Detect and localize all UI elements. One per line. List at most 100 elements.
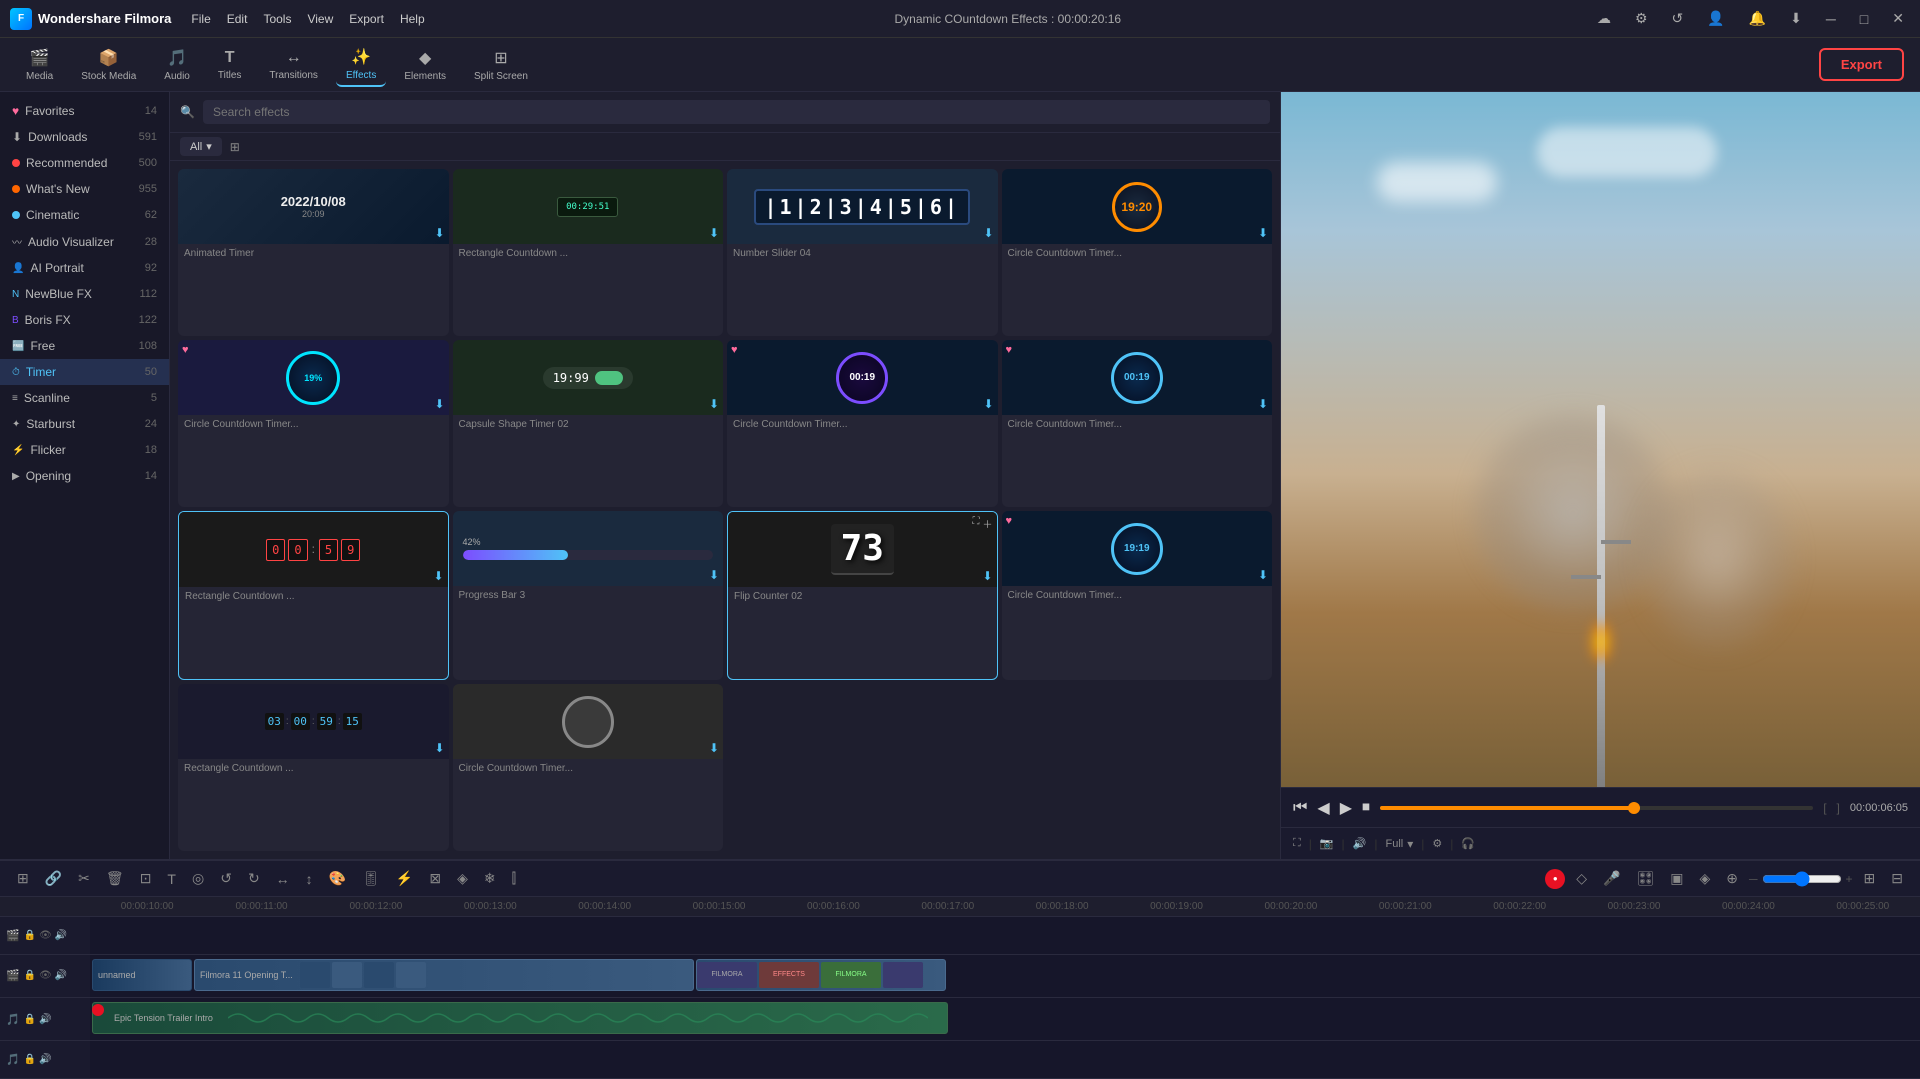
sidebar-item-ai-portrait[interactable]: 👤 AI Portrait 92 [0,255,169,281]
sidebar-item-recommended[interactable]: Recommended 500 [0,150,169,176]
step-back-button[interactable]: ⏮ [1293,799,1307,817]
tl-collapse-button[interactable]: ⊟ [1886,867,1908,890]
toolbar-elements[interactable]: ◆ Elements [394,44,456,86]
tl-mic-button[interactable]: 🎤 [1598,867,1625,890]
effect-card-animated-timer[interactable]: 2022/10/08 20:09 ⬇ Animated Timer [178,169,449,336]
zoom-slider[interactable] [1762,871,1842,887]
effect-card-circle-timer1[interactable]: 19:20 ⬇ Circle Countdown Timer... [1002,169,1273,336]
effect-card-rect-countdown1[interactable]: 00:29:51 ⬇ Rectangle Countdown ... [453,169,724,336]
sidebar-item-favorites[interactable]: ♥ Favorites 14 [0,98,169,124]
export-button[interactable]: Export [1819,48,1904,81]
preview-snapshot-icon[interactable]: 📷 [1320,837,1334,850]
minimize-btn[interactable]: ─ [1820,9,1842,29]
tl-audio-eq-button[interactable]: 🎚 [357,867,385,890]
close-btn[interactable]: ✕ [1886,8,1910,29]
track-a1-mute[interactable]: 🔊 [39,1014,51,1025]
menu-edit[interactable]: Edit [227,12,248,26]
sidebar-item-cinematic[interactable]: Cinematic 62 [0,202,169,228]
track-v2-lock[interactable]: 🔒 [24,930,36,941]
cloud-icon[interactable]: ☁ [1591,8,1617,29]
preview-audio-icon[interactable]: 🎧 [1461,837,1475,850]
sidebar-item-flicker[interactable]: ⚡ Flicker 18 [0,437,169,463]
toolbar-media[interactable]: 🎬 Media [16,44,63,86]
tl-delete-button[interactable]: 🗑 [101,867,129,890]
effect-card-capsule-timer[interactable]: 19:99 ⬇ Capsule Shape Timer 02 [453,340,724,507]
menu-export[interactable]: Export [349,12,384,26]
preview-progress-bar[interactable] [1380,806,1813,810]
effect-card-circle-gray[interactable]: ⬇ Circle Countdown Timer... [453,684,724,851]
tl-keyframe-button[interactable]: ◇ [1571,867,1592,890]
tl-speed-button[interactable]: ⚡ [391,867,418,890]
menu-help[interactable]: Help [400,12,425,26]
track-v1-lock[interactable]: 🔒 [24,970,36,981]
zoom-chevron-icon[interactable]: ▾ [1407,837,1413,851]
effect-card-circle-timer3[interactable]: ♥ 00:19 ⬇ Circle Countdown Timer... [727,340,998,507]
sidebar-item-scanline[interactable]: ≡ Scanline 5 [0,385,169,411]
effect-card-rect-countdown2[interactable]: 0 0 : 5 9 ⬇ Rectangle Countdown ... [178,511,449,680]
track-clip-unnamed[interactable]: unnamed [92,959,192,991]
tl-stabilize-button[interactable]: ◈ [452,867,473,890]
sidebar-item-free[interactable]: 🆓 Free 108 [0,333,169,359]
effect-card-flip-counter[interactable]: 73 ⛶ ＋ ⬇ Flip Counter 02 [727,511,998,680]
grid-view-icon[interactable]: ⊞ [230,140,240,154]
effect-card-number-slider[interactable]: |1|2|3|4|5|6| ⬇ Number Slider 04 [727,169,998,336]
sidebar-item-downloads[interactable]: ⬇ Downloads 591 [0,124,169,150]
account-icon[interactable]: 👤 [1701,8,1730,29]
toolbar-transitions[interactable]: ↔ Transitions [259,45,328,85]
play-button[interactable]: ▶ [1340,798,1352,818]
tl-record-button[interactable]: ● [1545,869,1565,889]
tl-add-track-button[interactable]: ⊞ [12,867,34,890]
sidebar-item-boris-fx[interactable]: B Boris FX 122 [0,307,169,333]
track-v2-mute[interactable]: 👁 [39,930,52,941]
sidebar-item-starburst[interactable]: ✦ Starburst 24 [0,411,169,437]
tl-fit-button[interactable]: ⊞ [1859,867,1881,890]
tl-flip-v-button[interactable]: ↕ [301,868,318,890]
tl-crop-button[interactable]: ⊡ [135,867,157,890]
sidebar-item-newblue-fx[interactable]: N NewBlue FX 112 [0,281,169,307]
tl-flip-h-button[interactable]: ↔ [271,868,295,890]
track-clip-filmora11[interactable]: Filmora 11 Opening T... [194,959,694,991]
filter-all-button[interactable]: All ▾ [180,137,222,156]
menu-tools[interactable]: Tools [263,12,291,26]
search-input[interactable] [203,100,1270,124]
tl-render-button[interactable]: ◈ [1694,867,1715,890]
effect-card-circle-timer2[interactable]: ♥ 19% ⬇ Circle Countdown Timer... [178,340,449,507]
tl-audio-mix-button[interactable]: 🎛 [1631,867,1659,890]
track-a2-mute[interactable]: 🔊 [39,1054,51,1065]
tl-freeze-button[interactable]: ❄ [479,867,501,890]
track-v1-solo[interactable]: 🔊 [55,970,67,981]
tl-motion-button[interactable]: ◎ [187,867,209,890]
sidebar-item-opening[interactable]: ▶ Opening 14 [0,463,169,489]
download-icon[interactable]: ⬇ [1784,8,1808,29]
menu-file[interactable]: File [191,12,210,26]
sidebar-item-whats-new[interactable]: What's New 955 [0,176,169,202]
tl-snap-button[interactable]: ⊕ [1721,867,1743,890]
toolbar-audio[interactable]: 🎵 Audio [154,44,200,86]
preview-speaker-icon[interactable]: 🔊 [1353,837,1367,850]
tl-cut-button[interactable]: ✂ [73,867,95,890]
tl-transform-button[interactable]: ⊠ [424,867,446,890]
tl-motion2-button[interactable]: ▣ [1665,867,1688,890]
stop-button[interactable]: ⏹ [1362,799,1370,817]
effect-card-rect-countdown3[interactable]: 03 : 00 : 59 : 15 ⬇ Rectangle Countdown … [178,684,449,851]
preview-settings-icon[interactable]: ⚙ [1432,837,1442,850]
tl-link-button[interactable]: 🔗 [40,867,67,890]
track-v2-solo[interactable]: 🔊 [55,930,67,941]
play-back-button[interactable]: ◀ [1317,798,1329,818]
tl-color-button[interactable]: 🎨 [324,867,351,890]
effect-card-circle-timer5[interactable]: ♥ 19:19 ⬇ Circle Countdown Timer... [1002,511,1273,680]
tl-rotate-right-button[interactable]: ↻ [243,867,265,890]
toolbar-titles[interactable]: T Titles [208,45,252,85]
sidebar-item-audio-visualizer[interactable]: 〰 Audio Visualizer 28 [0,228,169,255]
menu-view[interactable]: View [307,12,333,26]
maximize-btn[interactable]: □ [1854,9,1874,29]
track-a2-lock[interactable]: 🔒 [24,1054,36,1065]
track-clip-effects[interactable]: FILMORA EFFECTS FILMORA [696,959,946,991]
toolbar-effects[interactable]: ✨ Effects [336,43,386,87]
preview-fullscreen-icon[interactable]: ⛶ [1293,837,1301,850]
toolbar-stock-media[interactable]: 📦 Stock Media [71,44,146,86]
track-v1-mute[interactable]: 👁 [39,970,52,981]
notification-icon[interactable]: 🔔 [1743,8,1772,29]
tl-text-button[interactable]: T [162,868,181,890]
effect-card-circle-timer4[interactable]: ♥ 00:19 ⬇ Circle Countdown Timer... [1002,340,1273,507]
